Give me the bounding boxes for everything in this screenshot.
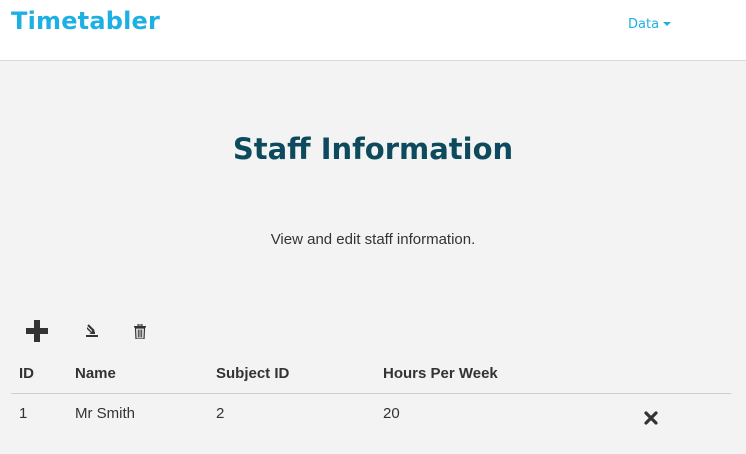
brand-logo[interactable]: Timetabler [11,7,160,35]
navbar: Timetabler Data [0,0,746,61]
column-header-id[interactable]: ID [19,365,34,382]
cell-hours-per-week[interactable]: 20 [383,405,400,422]
data-menu-dropdown[interactable]: Data [628,17,672,32]
cell-name[interactable]: Mr Smith [75,405,135,422]
import-button[interactable] [82,318,102,344]
close-icon [644,411,658,425]
delete-all-button[interactable] [130,318,150,344]
trash-icon [134,323,146,339]
page-title: Staff Information [232,132,514,166]
cell-id[interactable]: 1 [19,405,27,422]
caret-down-icon [663,22,672,26]
data-menu-label: Data [628,17,660,32]
page-description: View and edit staff information. [270,231,476,248]
import-icon [86,324,98,337]
cell-subject-id[interactable]: 2 [216,405,224,422]
column-header-subject-id[interactable]: Subject ID [216,365,289,382]
column-header-name[interactable]: Name [75,365,116,382]
delete-row-button[interactable] [644,411,658,425]
column-header-hours-per-week[interactable]: Hours Per Week [383,365,498,382]
table-header-divider [11,393,731,394]
add-staff-button[interactable] [24,318,50,344]
plus-icon [26,320,48,342]
